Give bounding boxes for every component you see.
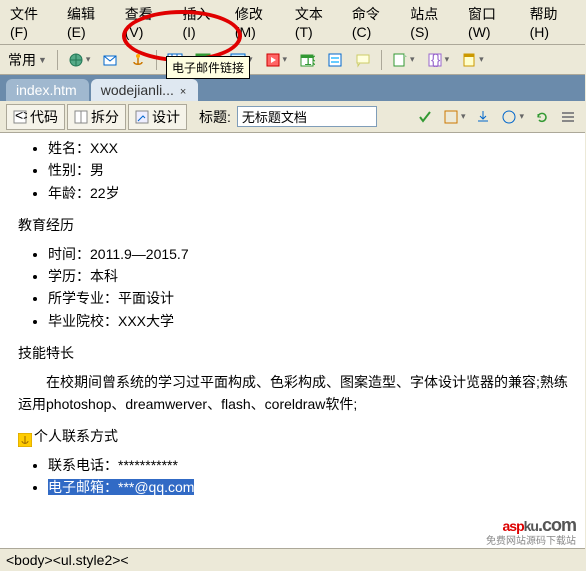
menu-view[interactable]: 查看(V)	[119, 2, 177, 42]
list-item[interactable]: 时间：2011.9—2015.7	[48, 243, 568, 265]
separator	[57, 50, 58, 70]
tab-index[interactable]: index.htm	[6, 79, 89, 101]
date-icon[interactable]: 19	[295, 50, 319, 70]
media-icon[interactable]: ▾	[261, 50, 292, 70]
view-options-icon[interactable]	[556, 107, 580, 127]
menu-window[interactable]: 窗口(W)	[462, 2, 524, 42]
script-icon[interactable]: {}▾	[423, 50, 454, 70]
menu-site[interactable]: 站点(S)	[404, 2, 462, 42]
templates-icon[interactable]: ▾	[457, 50, 488, 70]
tag-selector[interactable]: <body><ul.style2><	[0, 548, 585, 571]
svg-text:19: 19	[304, 52, 315, 68]
menu-insert[interactable]: 插入(I)	[176, 2, 228, 42]
menu-help[interactable]: 帮助(H)	[524, 2, 582, 42]
list-item[interactable]: 毕业院校：XXX大学	[48, 310, 568, 332]
code-view-button[interactable]: <>代码	[6, 104, 65, 130]
document-toolbar: <>代码 拆分 设计 标题: ▾ ▾	[0, 101, 586, 133]
tooltip-email-link: 电子邮件链接	[166, 56, 250, 79]
separator	[381, 50, 382, 70]
skills-paragraph[interactable]: 在校期间曾系统的学习过平面构成、色彩构成、图案造型、字体设计览器的兼容;熟练运用…	[18, 371, 568, 416]
tab-label: wodejianli...	[101, 82, 174, 98]
split-view-button[interactable]: 拆分	[67, 104, 126, 130]
separator	[156, 50, 157, 70]
list-item[interactable]: 所学专业：平面设计	[48, 287, 568, 309]
title-input[interactable]	[237, 106, 377, 127]
toolbar-category-label: 常用	[8, 50, 36, 70]
section-skills[interactable]: 技能特长	[18, 342, 568, 364]
tab-label: index.htm	[16, 82, 77, 98]
validate-icon[interactable]: ▾	[439, 107, 470, 127]
file-mgmt-icon[interactable]	[471, 107, 495, 127]
edu-list: 时间：2011.9—2015.7 学历：本科 所学专业：平面设计 毕业院校：XX…	[18, 243, 568, 333]
selected-text[interactable]: 电子邮箱：***@qq.com	[48, 479, 194, 495]
title-label: 标题:	[199, 107, 231, 127]
no-browser-check-icon[interactable]	[413, 107, 437, 127]
design-view-button[interactable]: 设计	[128, 104, 187, 130]
svg-text:{}: {}	[431, 52, 441, 67]
menu-edit[interactable]: 编辑(E)	[61, 2, 119, 42]
menu-text[interactable]: 文本(T)	[289, 2, 346, 42]
contact-list: 联系电话：*********** 电子邮箱：***@qq.com	[18, 454, 568, 499]
email-link-icon[interactable]	[98, 50, 122, 70]
named-anchor-icon[interactable]	[126, 50, 150, 70]
list-item[interactable]: 姓名：XXX	[48, 137, 568, 159]
server-include-icon[interactable]	[323, 50, 347, 70]
close-icon[interactable]: ×	[180, 86, 186, 98]
document-tabs: index.htm wodejianli... ×	[0, 75, 586, 101]
menu-command[interactable]: 命令(C)	[346, 2, 404, 42]
list-item[interactable]: 性别：男	[48, 159, 568, 181]
list-item[interactable]: 联系电话：***********	[48, 454, 568, 476]
anchor-icon	[18, 431, 32, 445]
list-item[interactable]: 学历：本科	[48, 265, 568, 287]
tab-wodejianli[interactable]: wodejianli... ×	[91, 79, 199, 101]
dropdown-icon: ▼	[38, 55, 47, 65]
toolbar-category[interactable]: 常用 ▼	[4, 48, 51, 72]
section-education[interactable]: 教育经历	[18, 214, 568, 236]
watermark: aspku.com 免费网站源码下载站	[486, 503, 576, 547]
section-contact[interactable]: 个人联系方式	[18, 425, 568, 447]
preview-icon[interactable]: ▾	[497, 107, 528, 127]
menu-file[interactable]: 文件(F)	[4, 2, 61, 42]
comment-icon[interactable]	[351, 50, 375, 70]
menu-modify[interactable]: 修改(M)	[229, 2, 289, 42]
insert-toolbar: 常用 ▼ ▾ ▾ ▾ ▾ 19 ▾ {}▾ ▾	[0, 45, 586, 75]
hyperlink-icon[interactable]: ▾	[64, 50, 95, 70]
list-item[interactable]: 年龄：22岁	[48, 182, 568, 204]
design-view[interactable]: 姓名：XXX 性别：男 年龄：22岁 教育经历 时间：2011.9—2015.7…	[0, 133, 586, 573]
head-icon[interactable]: ▾	[388, 50, 419, 70]
list-item[interactable]: 电子邮箱：***@qq.com	[48, 476, 568, 498]
svg-text:<>: <>	[15, 110, 27, 123]
menu-bar: 文件(F) 编辑(E) 查看(V) 插入(I) 修改(M) 文本(T) 命令(C…	[0, 0, 586, 45]
info-list: 姓名：XXX 性别：男 年龄：22岁	[18, 137, 568, 204]
tag-path[interactable]: <body><ul.style2><	[6, 552, 129, 568]
refresh-icon[interactable]	[530, 107, 554, 127]
